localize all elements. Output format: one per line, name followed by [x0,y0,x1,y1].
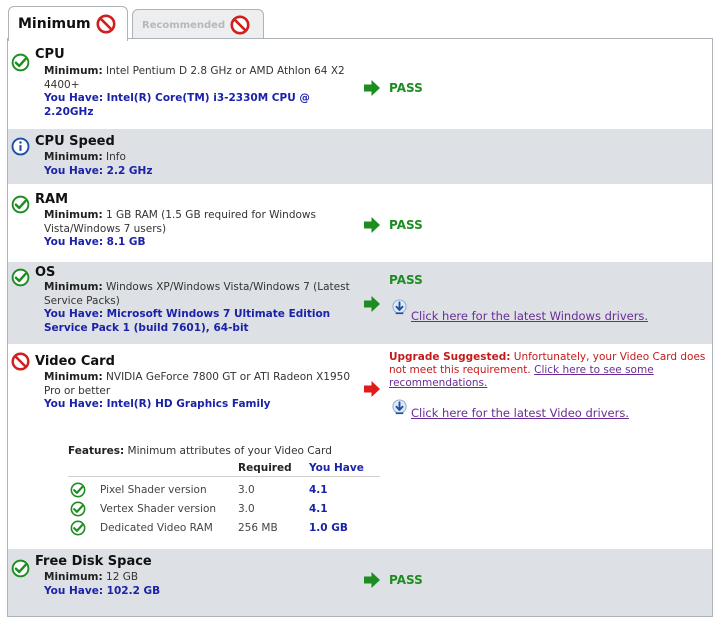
requirement-title: Video Card [35,354,115,369]
video-drivers-link[interactable]: Click here for the latest Video drivers. [411,406,629,420]
features-text: Minimum attributes of your Video Card [124,445,332,457]
pass-check-icon [11,53,30,72]
prohibited-icon [96,14,116,34]
requirement-title: Free Disk Space [35,554,152,569]
minimum-requirement: Minimum: 12 GB [44,571,359,585]
info-icon [11,137,30,156]
you-have-value: You Have: Intel(R) Core(TM) i3-2330M CPU… [44,92,310,118]
requirements-panel: CPU Minimum: Intel Pentium D 2.8 GHz or … [7,38,713,617]
you-have-value: You Have: 102.2 GB [44,585,161,597]
result-pass: PASS [389,81,423,95]
pass-check-icon [11,268,30,287]
feature-row: Pixel Shader version 3.0 4.1 [68,482,380,500]
pass-arrow-icon [363,571,381,589]
upgrade-label: Upgrade Suggested: [389,351,511,363]
you-have-value: You Have: Microsoft Windows 7 Ultimate E… [44,308,331,334]
minimum-requirement: Minimum: 1 GB RAM (1.5 GB required for W… [44,209,359,236]
requirement-title: CPU Speed [35,134,115,149]
requirement-title: CPU [35,47,65,62]
download-icon[interactable] [391,299,408,316]
requirements-tabs: Minimum Recommended [8,6,712,41]
pass-check-icon [11,195,30,214]
column-you-have: You Have [309,462,364,474]
pass-check-icon [70,501,86,517]
minimum-value: Info [106,151,126,163]
minimum-requirement: Minimum: NVIDIA GeForce 7800 GT or ATI R… [44,371,359,398]
result-pass: PASS [389,273,423,287]
requirement-row-video-card: Video Card Minimum: NVIDIA GeForce 7800 … [8,344,712,549]
feature-required: 3.0 [238,484,255,496]
result-pass: PASS [389,218,423,232]
requirement-row-cpu-speed: CPU Speed Minimum: Info You Have: 2.2 GH… [8,129,712,184]
pass-check-icon [11,559,30,578]
requirement-title: RAM [35,192,69,207]
you-have-value: You Have: 8.1 GB [44,236,146,248]
requirement-title: OS [35,265,56,280]
pass-arrow-icon [363,295,381,313]
feature-row: Vertex Shader version 3.0 4.1 [68,501,380,519]
pass-check-icon [70,520,86,536]
minimum-label: Minimum: [44,65,103,77]
minimum-label: Minimum: [44,371,103,383]
upgrade-suggestion: Upgrade Suggested: Unfortunately, your V… [389,351,707,390]
feature-required: 3.0 [238,503,255,515]
fail-noentry-icon [11,352,30,371]
minimum-value: 12 GB [106,571,139,583]
minimum-requirement: Minimum: Info [44,151,359,165]
fail-arrow-icon [363,380,381,398]
you-have-value: You Have: Intel(R) HD Graphics Family [44,398,271,410]
feature-row: Dedicated Video RAM 256 MB 1.0 GB [68,520,380,538]
minimum-label: Minimum: [44,209,103,221]
pass-arrow-icon [363,79,381,97]
feature-name: Dedicated Video RAM [100,522,213,534]
minimum-requirement: Minimum: Windows XP/Windows Vista/Window… [44,281,359,308]
feature-name: Vertex Shader version [100,503,217,515]
pass-arrow-icon [363,216,381,234]
download-icon[interactable] [391,399,408,416]
column-required: Required [238,462,292,474]
result-pass: PASS [389,573,423,587]
requirement-row-cpu: CPU Minimum: Intel Pentium D 2.8 GHz or … [8,39,712,129]
requirement-row-ram: RAM Minimum: 1 GB RAM (1.5 GB required f… [8,184,712,262]
features-divider [68,476,380,477]
feature-name: Pixel Shader version [100,484,207,496]
minimum-requirement: Minimum: Intel Pentium D 2.8 GHz or AMD … [44,65,359,92]
feature-have: 4.1 [309,484,328,496]
feature-have: 4.1 [309,503,328,515]
feature-required: 256 MB [238,522,278,534]
tab-recommended[interactable]: Recommended [132,9,264,40]
minimum-label: Minimum: [44,151,103,163]
features-label: Features: [68,445,125,457]
you-have-value: You Have: 2.2 GHz [44,165,153,177]
feature-have: 1.0 GB [309,522,348,534]
windows-drivers-link[interactable]: Click here for the latest Windows driver… [411,309,648,323]
tab-minimum[interactable]: Minimum [8,6,128,41]
tab-recommended-label: Recommended [142,19,226,31]
prohibited-icon [230,15,250,35]
requirement-row-os: OS Minimum: Windows XP/Windows Vista/Win… [8,262,712,344]
pass-check-icon [70,482,86,498]
minimum-label: Minimum: [44,571,103,583]
minimum-label: Minimum: [44,281,103,293]
features-title: Features: Minimum attributes of your Vid… [68,445,332,457]
tab-minimum-label: Minimum [18,16,91,32]
requirement-row-disk-space: Free Disk Space Minimum: 12 GB You Have:… [8,549,712,616]
